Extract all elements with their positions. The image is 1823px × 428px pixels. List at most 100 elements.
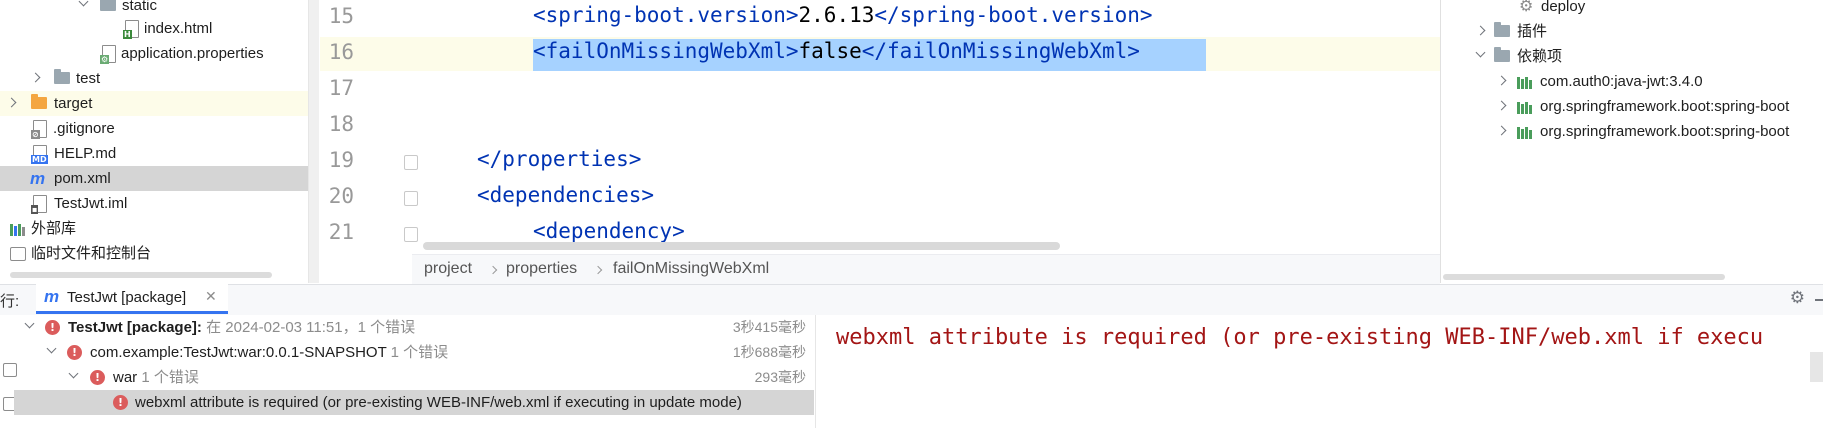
tree-item-help-md[interactable]: MD HELP.md [0, 141, 318, 166]
build-result-row[interactable]: ! com.example:TestJwt:war:0.0.1-SNAPSHOT… [0, 340, 814, 365]
breadcrumb-item-project[interactable]: project [424, 260, 472, 278]
tree-item-label: test [76, 70, 101, 87]
library-icon [10, 222, 26, 236]
tree-item-label: HELP.md [54, 145, 117, 162]
gear-icon[interactable]: ⚙ [1790, 288, 1805, 308]
chevron-down-icon[interactable] [24, 318, 35, 329]
chevron-right-icon [593, 265, 603, 275]
maven-item-label: com.auth0:java-jwt:3.4.0 [1540, 73, 1703, 90]
xml-close-tag: </properties> [477, 147, 642, 171]
tree-item-gitignore[interactable]: ⊘ .gitignore [0, 116, 318, 141]
xml-open-tag: <failOnMissingWebXml> [533, 39, 799, 63]
chevron-right-icon[interactable] [1475, 25, 1486, 36]
maven-horizontal-scrollbar[interactable] [1443, 274, 1725, 280]
error-count: 1 个错误 [390, 344, 449, 361]
run-toolwindow-header: 行: ⚙ [0, 284, 1823, 316]
tab-label: TestJwt [package] [67, 289, 187, 306]
scratches-icon [10, 247, 26, 261]
tree-item-label: index.html [144, 20, 213, 37]
chevron-right-icon[interactable] [6, 97, 17, 108]
maven-item-label: 依赖项 [1517, 48, 1563, 65]
line-number: 17 [328, 76, 354, 100]
xml-open-tag: <dependency> [533, 219, 685, 243]
tab-run-testjwt-package[interactable]: m TestJwt [package] ✕ [36, 284, 228, 314]
build-results-tree: ! TestJwt [package]: 在 2024-02-03 11:51，… [0, 315, 816, 428]
maven-file-icon: m [30, 169, 46, 188]
maven-item-label: org.springframework.boot:spring-boot [1540, 98, 1790, 115]
tree-vertical-scrollbar[interactable] [308, 0, 319, 283]
xml-value: false [798, 39, 862, 63]
chevron-right-icon[interactable] [1496, 125, 1507, 136]
error-icon: ! [113, 395, 128, 410]
folder-icon [54, 69, 70, 84]
fold-marker-icon[interactable] [404, 155, 418, 170]
build-target-name: TestJwt [package]: [68, 319, 202, 336]
build-error-message: webxml attribute is required (or pre-exi… [135, 394, 742, 411]
tree-item-label: target [54, 95, 93, 112]
line-number: 19 [328, 148, 354, 172]
tree-item-external-libraries[interactable]: 外部库 [0, 216, 318, 241]
xml-open-tag: <dependencies> [477, 183, 655, 207]
xml-value: 2.6.13 [798, 3, 875, 27]
tree-item-target[interactable]: target [0, 91, 318, 116]
dependencies-icon [1494, 47, 1510, 62]
build-module-name: com.example:TestJwt:war:0.0.1-SNAPSHOT [90, 344, 387, 361]
library-icon [1517, 100, 1533, 114]
tree-horizontal-scrollbar[interactable] [10, 272, 272, 278]
code-line-19[interactable]: </properties> [477, 147, 641, 171]
tree-item-index-html[interactable]: H index.html [0, 16, 318, 41]
chevron-down-icon[interactable] [68, 368, 79, 379]
plugins-icon [1494, 22, 1510, 37]
maven-item-label: deploy [1541, 0, 1586, 15]
line-number: 15 [328, 4, 354, 28]
maven-item-label: org.springframework.boot:spring-boot [1540, 123, 1790, 140]
maven-item-label: 插件 [1517, 23, 1548, 40]
maven-panel: ⚙ deploy 插件 依赖项 com.auth0:java-jwt:3.4.0… [1440, 0, 1823, 283]
code-line-21[interactable]: <dependency> [533, 219, 685, 243]
build-duration: 3秒415毫秒 [732, 319, 806, 335]
code-line-16[interactable]: <failOnMissingWebXml>false</failOnMissin… [533, 39, 1140, 63]
tree-item-application-properties[interactable]: ⚙ application.properties [0, 41, 318, 66]
tree-item-test[interactable]: test [0, 66, 318, 91]
tree-item-scratches[interactable]: 临时文件和控制台 [0, 241, 318, 266]
tree-item-testjwt-iml[interactable]: ▪ TestJwt.iml [0, 191, 318, 216]
chevron-down-icon[interactable] [78, 0, 89, 7]
xml-open-tag: <spring-boot.version> [533, 3, 799, 27]
error-icon: ! [45, 320, 60, 335]
code-line-20[interactable]: <dependencies> [477, 183, 654, 207]
build-error-row[interactable]: ! webxml attribute is required (or pre-e… [14, 390, 814, 415]
run-window-title: 行: [0, 293, 20, 310]
build-result-row[interactable]: ! TestJwt [package]: 在 2024-02-03 11:51，… [0, 315, 814, 340]
breadcrumb-item-properties[interactable]: properties [506, 260, 577, 278]
gitignore-file-icon: ⊘ [31, 120, 47, 139]
tree-item-label: TestJwt.iml [54, 195, 128, 212]
chevron-right-icon[interactable] [30, 72, 41, 83]
console-scrollbar[interactable] [1810, 352, 1823, 382]
code-line-15[interactable]: <spring-boot.version>2.6.13</spring-boot… [533, 3, 1153, 27]
line-number: 16 [328, 40, 354, 64]
line-number: 20 [328, 184, 354, 208]
library-icon [1517, 75, 1533, 89]
editor-horizontal-scrollbar[interactable] [423, 242, 1060, 250]
build-duration: 293毫秒 [754, 369, 806, 385]
breadcrumb-item-failonmissingwebxml[interactable]: failOnMissingWebXml [613, 260, 769, 278]
line-number: 21 [328, 220, 354, 244]
fold-marker-icon[interactable] [404, 191, 418, 206]
chevron-right-icon[interactable] [1496, 75, 1507, 86]
build-result-row[interactable]: ! war 1 个错误 293毫秒 [0, 365, 814, 390]
chevron-right-icon[interactable] [1496, 100, 1507, 111]
console-error-text: webxml attribute is required (or pre-exi… [836, 325, 1764, 350]
tree-item-pom-xml[interactable]: m pom.xml [0, 166, 318, 191]
project-tree: static H index.html ⚙ application.proper… [0, 0, 318, 283]
close-icon[interactable]: ✕ [205, 288, 217, 305]
chevron-down-icon[interactable] [1475, 47, 1486, 58]
tree-item-label: application.properties [121, 45, 264, 62]
chevron-down-icon[interactable] [46, 343, 57, 354]
breadcrumb: project properties failOnMissingWebXml [412, 254, 1440, 285]
minimize-icon[interactable] [1815, 299, 1823, 301]
maven-icon: m [44, 287, 60, 306]
folder-icon [100, 0, 116, 11]
line-number: 18 [328, 112, 354, 136]
build-goal-name: war [113, 369, 138, 386]
fold-marker-icon[interactable] [404, 227, 418, 242]
